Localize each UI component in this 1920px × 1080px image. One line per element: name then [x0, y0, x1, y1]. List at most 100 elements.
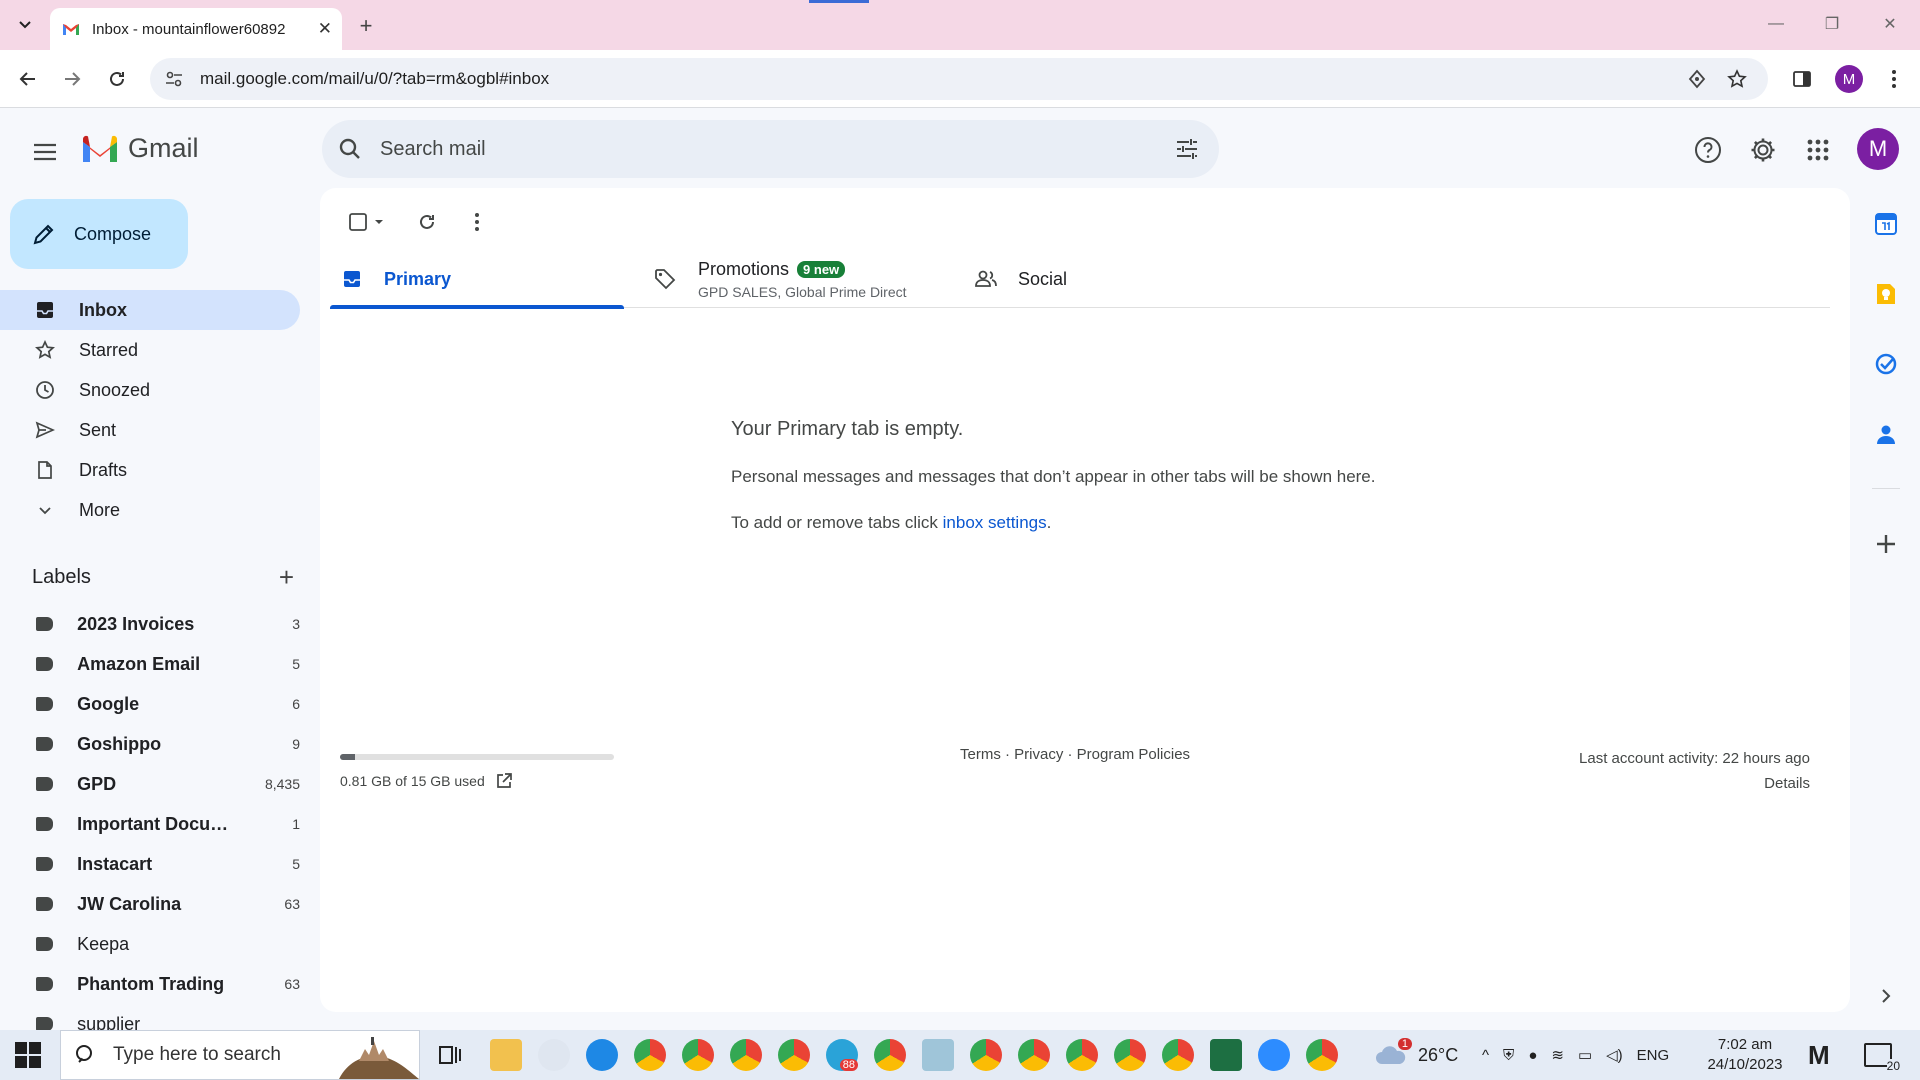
gmail-logo[interactable]: Gmail: [80, 133, 199, 164]
battery-icon[interactable]: ▭: [1578, 1046, 1592, 1064]
tab-promotions[interactable]: Promotions 9 new GPD SALES, Global Prime…: [654, 250, 944, 308]
telegram-badge: 88: [839, 1059, 858, 1071]
microphone-icon[interactable]: ●: [1528, 1047, 1537, 1064]
chevron-up-icon[interactable]: ^: [1482, 1047, 1489, 1064]
address-bar[interactable]: mail.google.com/mail/u/0/?tab=rm&ogbl#in…: [150, 58, 1768, 100]
empty-hint: To add or remove tabs click inbox settin…: [731, 513, 1531, 533]
add-addon-icon[interactable]: [1870, 528, 1902, 560]
language-indicator[interactable]: ENG: [1637, 1047, 1670, 1064]
chrome-profile-icon[interactable]: [1162, 1039, 1194, 1071]
nav-item-drafts[interactable]: Drafts: [0, 450, 300, 490]
label-item[interactable]: Important Docume... 1: [0, 804, 300, 844]
chrome-icon[interactable]: [1306, 1039, 1338, 1071]
site-settings-icon[interactable]: [164, 69, 184, 89]
details-link[interactable]: Details: [1579, 771, 1810, 796]
telegram-icon[interactable]: 88: [826, 1039, 858, 1071]
settings-gear-icon[interactable]: [1743, 130, 1783, 170]
chrome-profile-icon[interactable]: [682, 1039, 714, 1071]
browser-menu-button[interactable]: [1878, 63, 1910, 95]
label-item[interactable]: JW Carolina 63: [0, 884, 300, 924]
label-item[interactable]: Keepa: [0, 924, 300, 964]
contacts-icon[interactable]: [1870, 418, 1902, 450]
close-window-button[interactable]: ✕: [1870, 10, 1910, 38]
compose-button[interactable]: Compose: [10, 199, 188, 269]
browser-tab-active[interactable]: Inbox - mountainflower60892 ✕: [50, 8, 342, 50]
search-bar[interactable]: Search mail: [322, 120, 1219, 178]
nav-item-sent[interactable]: Sent: [0, 410, 300, 450]
select-all-checkbox[interactable]: [340, 204, 396, 240]
chrome-profile-icon[interactable]: [1018, 1039, 1050, 1071]
weather-widget[interactable]: 1 26°C: [1374, 1030, 1458, 1080]
shield-icon[interactable]: ⛨: [1503, 1047, 1514, 1064]
label-item[interactable]: Goshippo 9: [0, 724, 300, 764]
tab-search-button[interactable]: [10, 10, 40, 40]
more-actions-button[interactable]: [459, 204, 495, 240]
edge-browser-icon[interactable]: [586, 1039, 618, 1071]
restore-button[interactable]: ❐: [1812, 10, 1852, 38]
back-button[interactable]: [12, 63, 44, 95]
tab-close-icon[interactable]: ✕: [318, 19, 332, 39]
search-icon[interactable]: [338, 137, 362, 161]
chrome-profile-icon[interactable]: [1114, 1039, 1146, 1071]
nav-item-more[interactable]: More: [0, 490, 300, 530]
nav-item-starred[interactable]: Starred: [0, 330, 300, 370]
chrome-profile-icon[interactable]: [634, 1039, 666, 1071]
notification-center-icon[interactable]: 20: [1864, 1030, 1900, 1080]
inbox-settings-link[interactable]: inbox settings: [943, 513, 1047, 532]
chrome-profile-icon[interactable]: [1066, 1039, 1098, 1071]
browser-profile-avatar[interactable]: M: [1835, 65, 1863, 93]
file-explorer-icon[interactable]: [490, 1039, 522, 1071]
refresh-button[interactable]: [409, 204, 445, 240]
nav-item-inbox[interactable]: Inbox: [0, 290, 300, 330]
chrome-profile-icon[interactable]: [874, 1039, 906, 1071]
wifi-icon[interactable]: ≋: [1551, 1046, 1564, 1064]
label-item[interactable]: GPD 8,435: [0, 764, 300, 804]
support-icon[interactable]: [1688, 130, 1728, 170]
tray-icons[interactable]: ^ ⛨ ● ≋ ▭ ◁) ENG: [1482, 1030, 1669, 1080]
label-item[interactable]: Phantom Trading 63: [0, 964, 300, 1004]
label-item[interactable]: Instacart 5: [0, 844, 300, 884]
side-panel-button[interactable]: [1786, 63, 1818, 95]
tasks-icon[interactable]: [1870, 348, 1902, 380]
windows-start-icon[interactable]: [15, 1042, 41, 1068]
open-external-icon[interactable]: [495, 772, 513, 790]
main-menu-button[interactable]: [26, 133, 64, 171]
password-manager-icon[interactable]: [1686, 68, 1708, 90]
system-clock[interactable]: 7:02 am 24/10/2023: [1700, 1035, 1790, 1075]
taskbar-search[interactable]: Type here to search: [60, 1030, 420, 1080]
chevron-right-icon[interactable]: [1870, 980, 1902, 1012]
reload-icon: [110, 71, 124, 86]
label-item[interactable]: supplier: [0, 1004, 300, 1030]
chrome-profile-icon[interactable]: [730, 1039, 762, 1071]
zoom-icon[interactable]: [1258, 1039, 1290, 1071]
chrome-profile-icon[interactable]: [970, 1039, 1002, 1071]
gmail-logo-text: Gmail: [128, 133, 199, 163]
search-options-icon[interactable]: [1175, 137, 1199, 161]
label-item[interactable]: 2023 Invoices 3: [0, 604, 300, 644]
reload-button[interactable]: [101, 63, 133, 95]
volume-icon[interactable]: ◁): [1606, 1046, 1623, 1064]
calendar-icon[interactable]: [1870, 208, 1902, 240]
label-item[interactable]: Google 6: [0, 684, 300, 724]
tab-social[interactable]: Social: [974, 250, 1264, 308]
notepad-icon[interactable]: [922, 1039, 954, 1071]
excel-icon[interactable]: [1210, 1039, 1242, 1071]
bookmark-star-icon[interactable]: [1726, 68, 1748, 90]
footer-links[interactable]: Terms · Privacy · Program Policies: [960, 746, 1190, 763]
task-view-icon[interactable]: [434, 1039, 466, 1071]
forward-button[interactable]: [56, 63, 88, 95]
send-icon: [33, 418, 57, 442]
tab-primary[interactable]: Primary: [330, 250, 624, 309]
google-apps-icon[interactable]: [1798, 130, 1838, 170]
chrome-profile-icon[interactable]: [778, 1039, 810, 1071]
keep-icon[interactable]: [1870, 278, 1902, 310]
account-avatar[interactable]: M: [1857, 128, 1899, 170]
label-item[interactable]: Amazon Email 5: [0, 644, 300, 684]
search-input[interactable]: Search mail: [380, 138, 486, 161]
new-tab-button[interactable]: +: [352, 12, 380, 40]
copilot-icon[interactable]: M: [1808, 1030, 1830, 1080]
create-label-button[interactable]: +: [279, 562, 294, 593]
snipping-tool-icon[interactable]: [538, 1039, 570, 1071]
minimize-button[interactable]: —: [1756, 10, 1796, 38]
nav-item-snoozed[interactable]: Snoozed: [0, 370, 300, 410]
